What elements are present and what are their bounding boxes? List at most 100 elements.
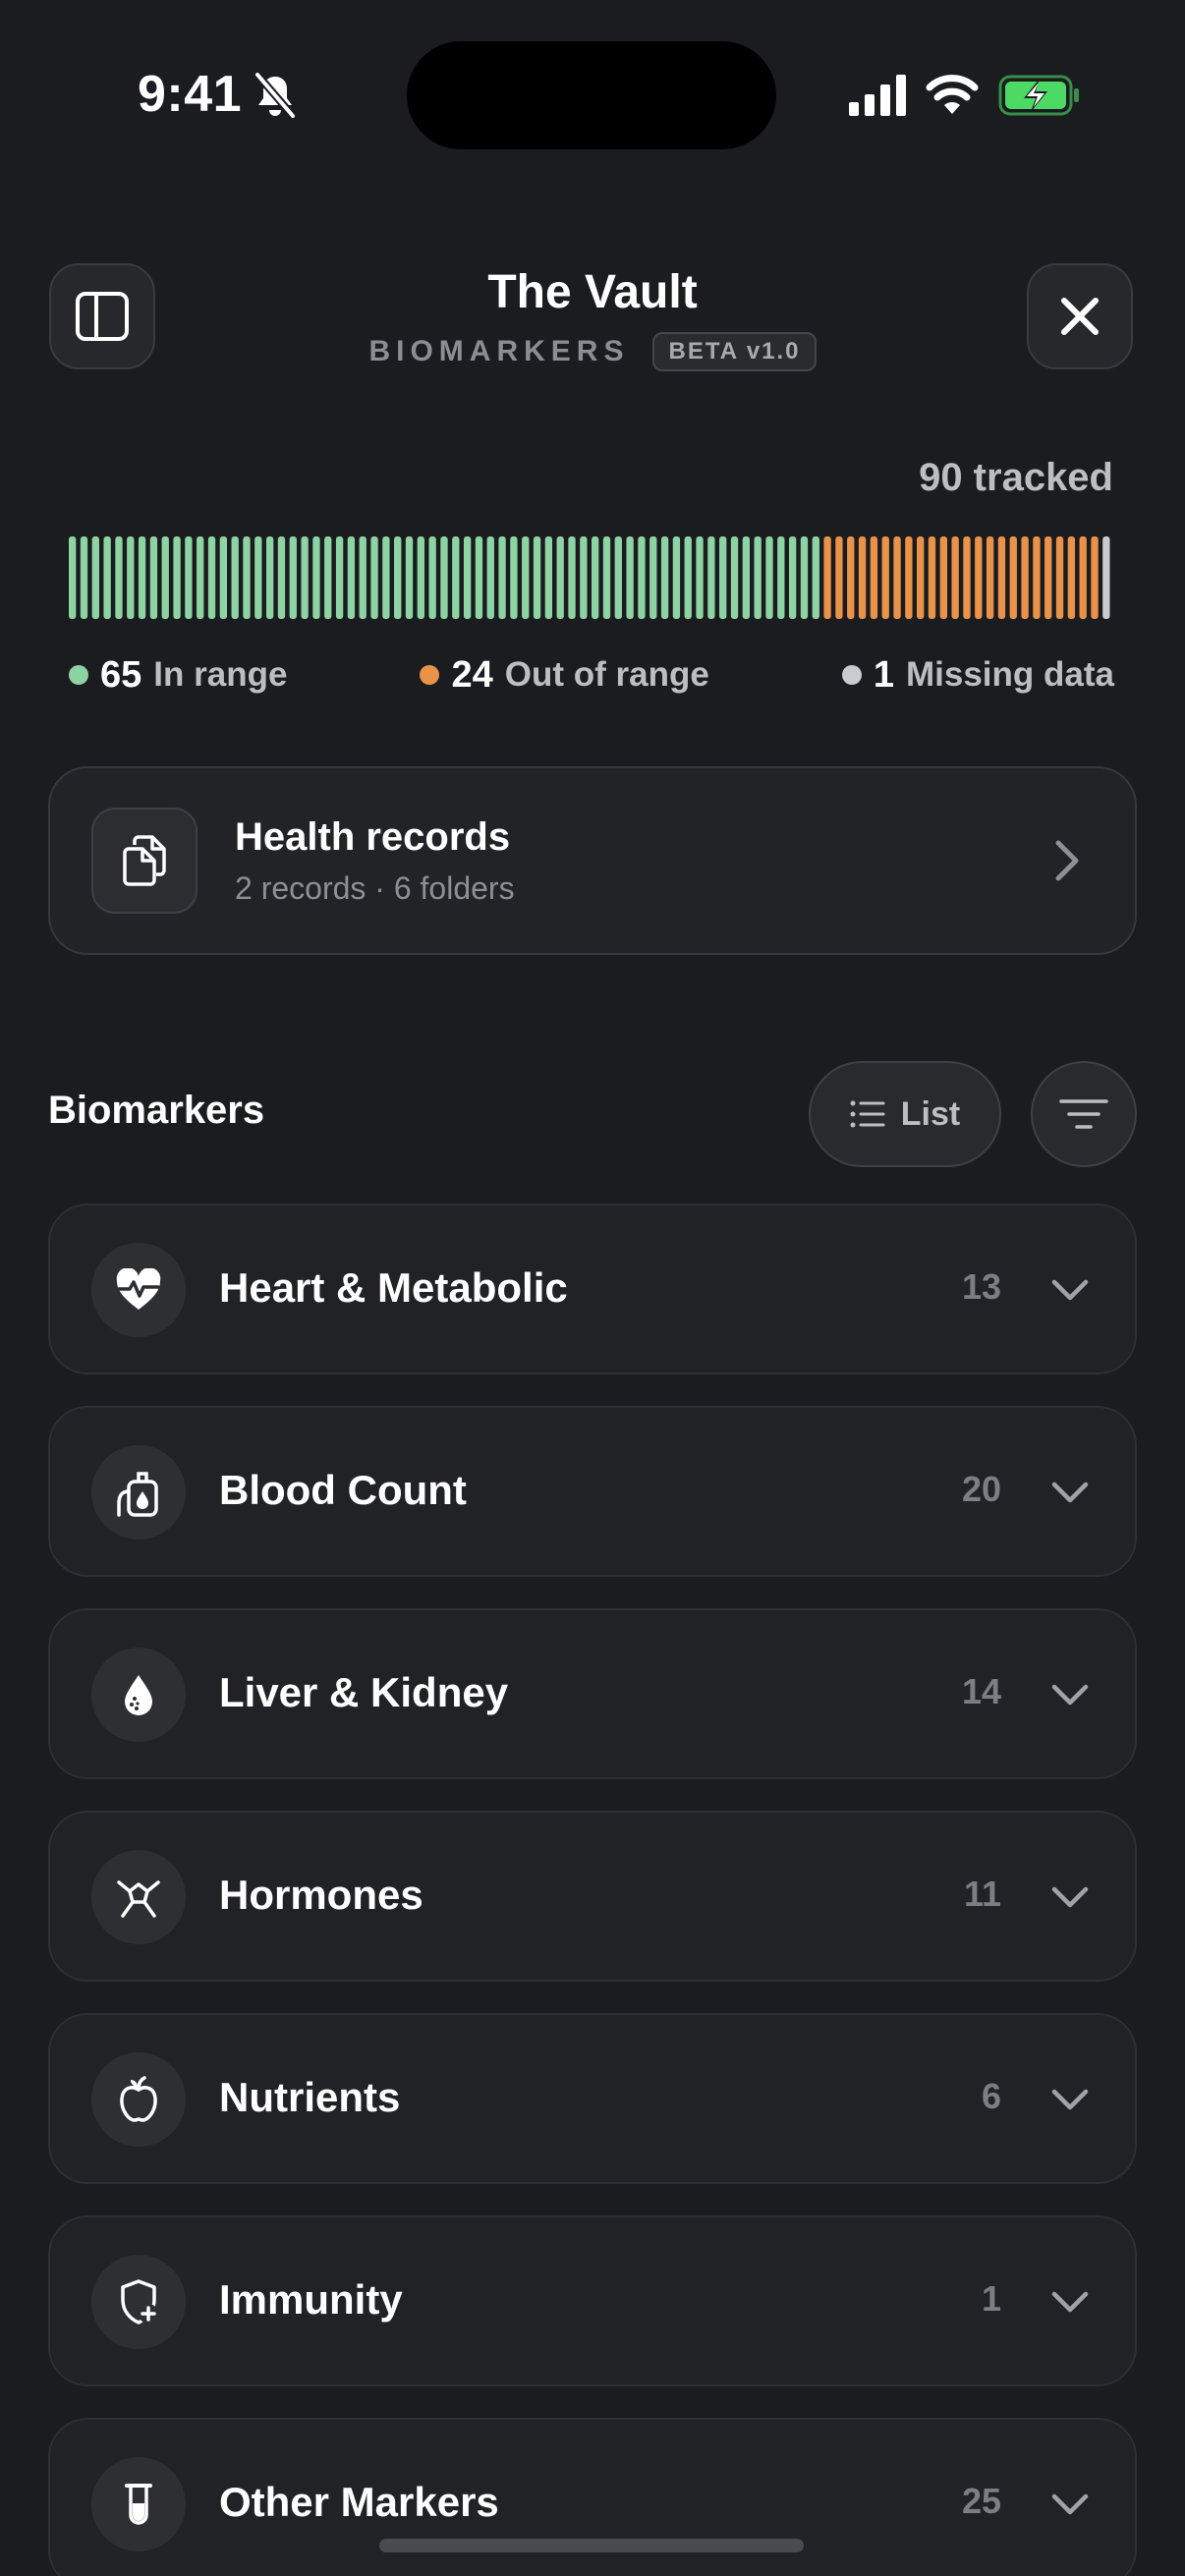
status-tick-out-of-range [1009, 536, 1017, 619]
status-tick-in-range [568, 536, 576, 619]
signal-icon [849, 75, 906, 116]
status-tick-in-range [69, 536, 77, 619]
tracked-count: 90 tracked [919, 456, 1113, 499]
status-tick-out-of-range [1079, 536, 1087, 619]
category-label: Immunity [219, 2276, 403, 2323]
status-tick-in-range [638, 536, 646, 619]
status-tick-in-range [486, 536, 494, 619]
category-blood-count[interactable]: Blood Count 20 [48, 1406, 1137, 1577]
status-tick-in-range [602, 536, 611, 619]
legend-count: 1 [873, 653, 894, 696]
status-tick-in-range [765, 536, 773, 619]
legend-missing: 1 Missing data [841, 653, 1114, 697]
status-tick-out-of-range [939, 536, 947, 619]
status-tick-out-of-range [1044, 536, 1052, 619]
category-nutrients[interactable]: Nutrients 6 [48, 2013, 1137, 2184]
category-liver-kidney[interactable]: Liver & Kidney 14 [48, 1608, 1137, 1779]
status-tick-out-of-range [823, 536, 831, 619]
status-tick-in-range [347, 536, 356, 619]
status-tick-in-range [649, 536, 657, 619]
status-tick-in-range [452, 536, 460, 619]
chevron-down-icon [1051, 2291, 1089, 2313]
category-count: 11 [963, 1874, 1001, 1914]
status-tick-in-range [417, 536, 424, 619]
shield-plus-icon [121, 2279, 158, 2324]
status-tick-in-range [161, 536, 169, 619]
status-tick-in-range [138, 536, 146, 619]
status-tick-in-range [382, 536, 390, 619]
category-heart-metabolic[interactable]: Heart & Metabolic 13 [48, 1204, 1137, 1374]
status-tick-in-range [277, 536, 286, 619]
status-tick-in-range [243, 536, 251, 619]
status-tick-in-range [556, 536, 564, 619]
home-indicator[interactable] [379, 2539, 804, 2552]
health-records-card[interactable]: Health records 2 records · 6 folders [48, 766, 1137, 955]
status-tick-in-range [80, 536, 88, 619]
version-badge: BETA v1.0 [652, 332, 817, 371]
close-button[interactable] [1027, 263, 1133, 369]
status-tick-in-range [428, 536, 436, 619]
chevron-down-icon [1051, 1886, 1089, 1908]
status-tick-out-of-range [1067, 536, 1076, 619]
status-tick-in-range [103, 536, 111, 619]
status-tick-in-range [91, 536, 99, 619]
status-tick-in-range [812, 536, 819, 619]
status-tick-in-range [475, 536, 483, 619]
filter-button[interactable] [1031, 1061, 1137, 1167]
category-count: 25 [961, 2481, 1001, 2521]
page-subtitle: BIOMARKERS [368, 335, 630, 367]
status-tick-in-range [127, 536, 135, 619]
category-count: 1 [981, 2278, 1001, 2319]
status-tick-in-range [498, 536, 506, 619]
list-button-label: List [900, 1094, 961, 1133]
status-tick-in-range [730, 536, 739, 619]
category-immunity[interactable]: Immunity 1 [48, 2215, 1137, 2386]
chevron-down-icon [1051, 2493, 1089, 2515]
category-count: 14 [961, 1671, 1001, 1711]
status-tick-in-range [660, 536, 669, 619]
records-subtitle: 2 records · 6 folders [235, 870, 515, 906]
status-tick-in-range [626, 536, 634, 619]
status-legend: 65 In range 24 Out of range 1 Missing da… [69, 650, 1114, 700]
droplet-icon [125, 1675, 152, 1715]
category-label: Blood Count [219, 1467, 467, 1513]
status-tick-in-range [533, 536, 541, 619]
legend-count: 24 [451, 653, 493, 696]
status-tick-out-of-range [905, 536, 913, 619]
status-tick-in-range [510, 536, 518, 619]
status-time: 9:41 [138, 66, 243, 123]
status-tick-in-range [324, 536, 332, 619]
category-hormones[interactable]: Hormones 11 [48, 1811, 1137, 1982]
chevron-down-icon [1051, 2089, 1089, 2110]
status-tick-in-range [207, 536, 216, 619]
status-tick-in-range [394, 536, 402, 619]
status-tick-in-range [742, 536, 751, 619]
category-count: 20 [961, 1469, 1001, 1509]
legend-dot-out-of-range [420, 665, 440, 685]
status-tick-in-range [580, 536, 588, 619]
view-list-button[interactable]: List [809, 1061, 1001, 1167]
category-count: 13 [961, 1266, 1001, 1307]
category-icon-wrap [91, 2255, 186, 2349]
status-tick-in-range [185, 536, 193, 619]
status-tick-in-range [219, 536, 228, 619]
category-count: 6 [981, 2076, 1001, 2116]
category-label: Nutrients [219, 2074, 401, 2120]
status-tick-out-of-range [881, 536, 889, 619]
legend-dot-in-range [69, 665, 88, 685]
category-icon-wrap [91, 1850, 186, 1944]
status-tick-out-of-range [870, 536, 878, 619]
category-icon-wrap [91, 1243, 186, 1337]
subtitle-row: BIOMARKERS BETA v1.0 [0, 332, 1185, 371]
status-tick-in-range [592, 536, 599, 619]
chevron-right-icon [1055, 840, 1079, 881]
status-tick-out-of-range [1033, 536, 1041, 619]
legend-label: Out of range [504, 655, 709, 694]
records-title: Health records [235, 815, 511, 859]
legend-in-range: 65 In range [69, 654, 287, 697]
status-tick-in-range [777, 536, 785, 619]
category-icon-wrap [91, 2052, 186, 2147]
category-label: Liver & Kidney [219, 1669, 509, 1715]
status-tick-in-range [754, 536, 762, 619]
legend-label: In range [153, 655, 288, 694]
